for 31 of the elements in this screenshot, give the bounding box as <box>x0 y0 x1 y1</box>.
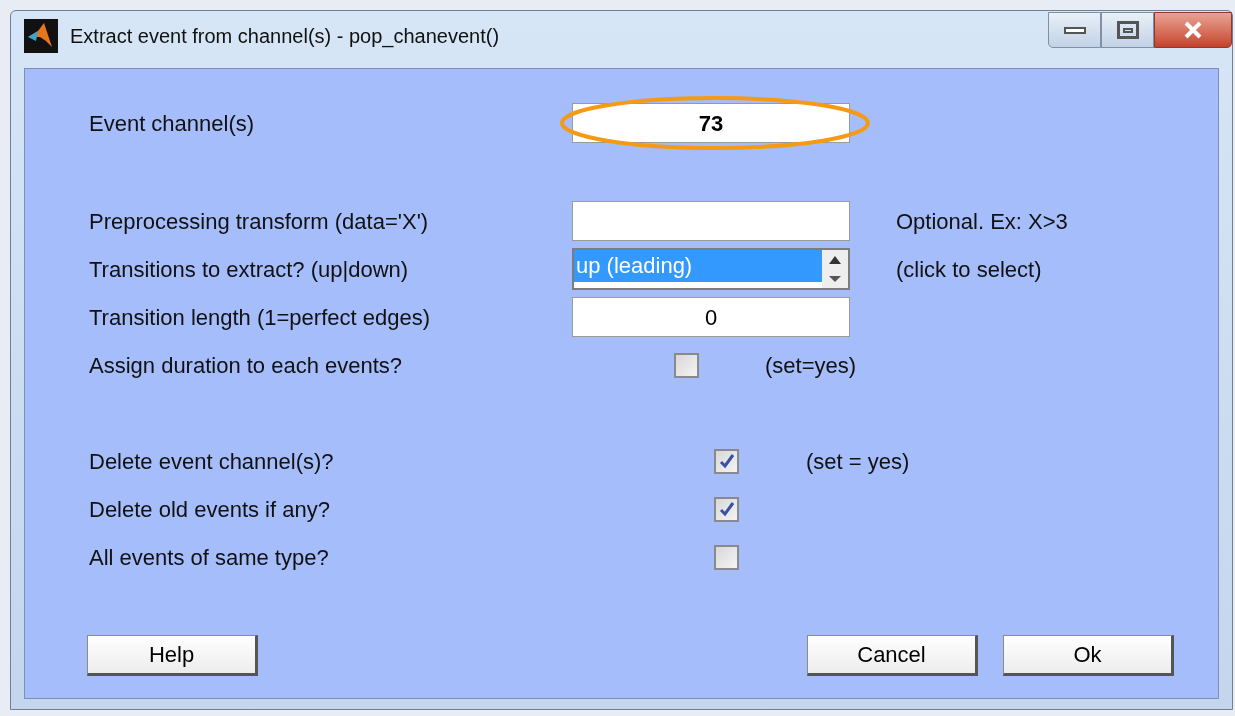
input-field[interactable]: 73 <box>572 103 850 143</box>
checkbox[interactable] <box>714 448 739 474</box>
field-label: Event channel(s) <box>89 109 256 138</box>
checkmark-icon <box>718 453 735 469</box>
hint-text: (set = yes) <box>806 447 910 476</box>
app-logo-icon <box>24 19 58 53</box>
checkmark-icon <box>718 501 735 517</box>
close-icon <box>1183 21 1203 39</box>
maximize-button[interactable] <box>1101 12 1154 48</box>
hint-text: (set=yes) <box>765 351 857 380</box>
field-label: Delete old events if any? <box>89 495 331 524</box>
field-label: Delete event channel(s)? <box>89 447 335 476</box>
field-label: All events of same type? <box>89 543 330 572</box>
checkbox[interactable] <box>714 496 739 522</box>
checkbox[interactable] <box>714 544 739 570</box>
field-label: Preprocessing transform (data='X') <box>89 207 430 236</box>
dialog-button[interactable]: Ok <box>1003 635 1174 676</box>
dialog-button[interactable]: Cancel <box>807 635 978 676</box>
hint-text: (click to select) <box>896 255 1042 284</box>
hint-text: Optional. Ex: X>3 <box>896 207 1068 236</box>
field-label: Transition length (1=perfect edges) <box>89 303 431 332</box>
scroll-arrows-icon[interactable] <box>822 250 848 288</box>
input-field[interactable] <box>572 201 850 241</box>
input-field[interactable]: 0 <box>572 297 850 337</box>
field-label: Transitions to extract? (up|down) <box>89 255 410 284</box>
checkbox[interactable] <box>674 352 699 378</box>
minimize-button[interactable] <box>1048 12 1101 48</box>
field-label: Assign duration to each events? <box>89 351 404 380</box>
window-title: Extract event from channel(s) - pop_chanevent() <box>70 24 500 50</box>
dialog-button[interactable]: Help <box>87 635 258 676</box>
close-button[interactable] <box>1154 12 1232 48</box>
